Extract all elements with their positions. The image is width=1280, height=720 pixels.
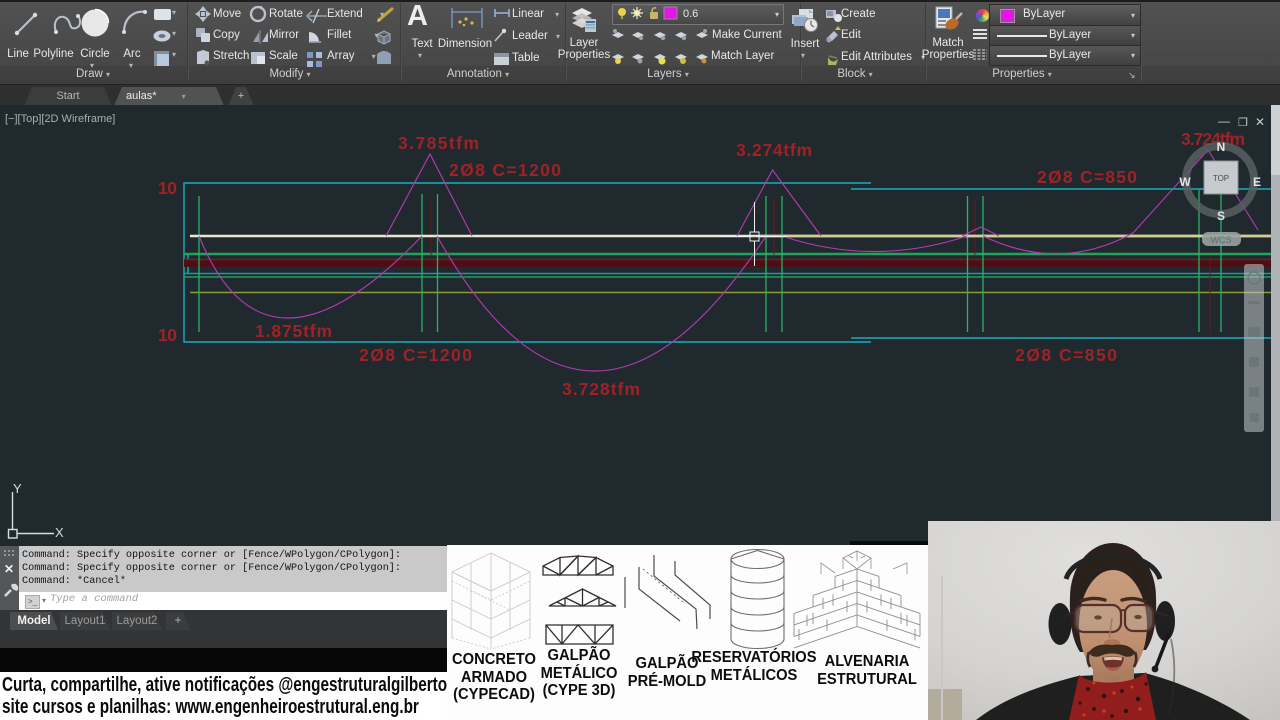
svg-text:S: S: [1217, 209, 1225, 223]
svg-text:0.6: 0.6: [683, 8, 698, 20]
svg-text:W: W: [1179, 175, 1191, 189]
svg-text:10: 10: [158, 178, 177, 198]
svg-text:[−][Top][2D Wireframe]: [−][Top][2D Wireframe]: [5, 113, 115, 125]
svg-text:3.785tfm: 3.785tfm: [398, 133, 479, 153]
svg-text:3.728tfm: 3.728tfm: [562, 379, 640, 399]
svg-text:1.875tfm: 1.875tfm: [255, 321, 332, 341]
svg-text:WCS: WCS: [1211, 235, 1232, 245]
svg-text:✕: ✕: [1255, 115, 1265, 129]
svg-text:2Ø8 C=1200: 2Ø8 C=1200: [449, 160, 561, 180]
svg-text:2Ø8 C=850: 2Ø8 C=850: [1037, 167, 1137, 187]
svg-text:TOP: TOP: [1213, 174, 1229, 183]
svg-text:2Ø8 C=850: 2Ø8 C=850: [1015, 345, 1117, 365]
svg-text:N: N: [1217, 140, 1226, 154]
svg-text:—: —: [1218, 114, 1230, 128]
svg-text:❐: ❐: [1238, 117, 1248, 129]
svg-text:X: X: [55, 525, 64, 540]
svg-text:10: 10: [158, 325, 177, 345]
svg-text:3.274tfm: 3.274tfm: [736, 140, 812, 160]
svg-text:E: E: [1253, 175, 1261, 189]
svg-text:2Ø8 C=1200: 2Ø8 C=1200: [359, 345, 472, 365]
svg-text:Y: Y: [13, 481, 22, 496]
